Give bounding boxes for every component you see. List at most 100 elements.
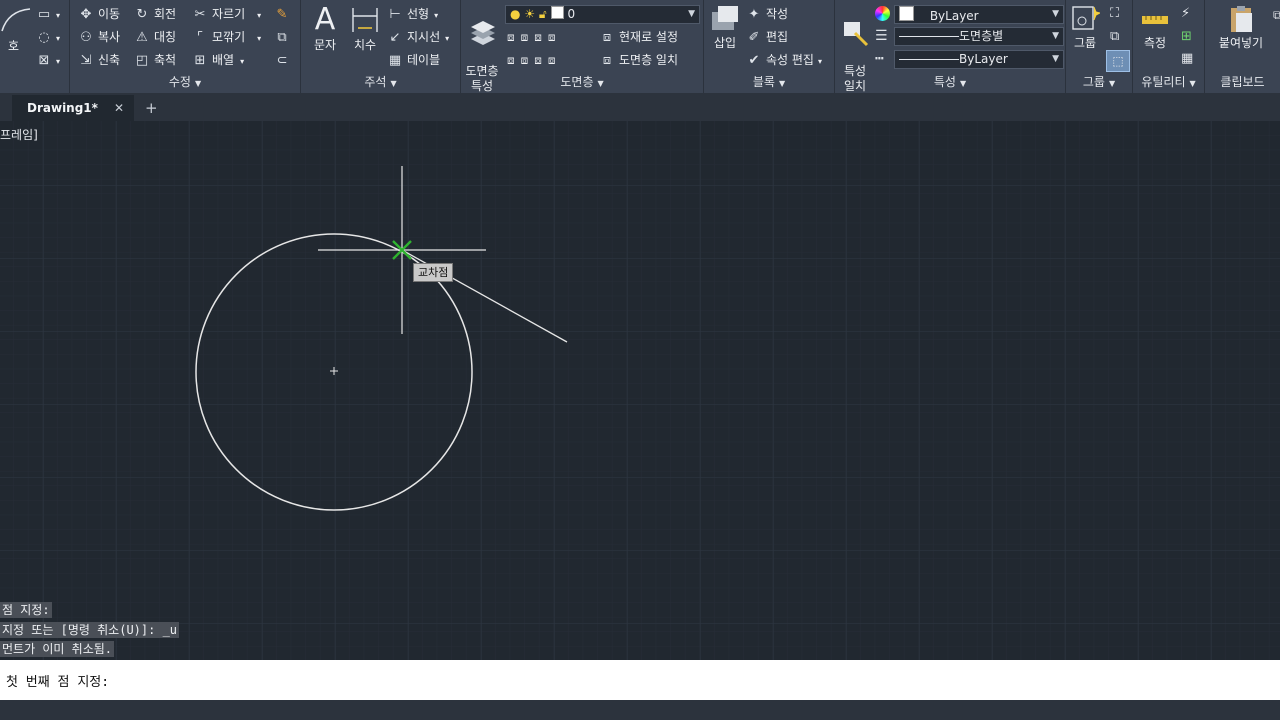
panel-clipboard-label[interactable]: 클립보드 bbox=[1205, 73, 1280, 91]
group-button[interactable]: 그룹 bbox=[1068, 4, 1102, 51]
chevron-down-icon: ▼ bbox=[1052, 54, 1059, 64]
linetype-icon[interactable]: ┅ bbox=[875, 51, 883, 67]
paste-button[interactable]: 붙여넣기 bbox=[1209, 4, 1273, 51]
insert-button[interactable]: 삽입 bbox=[707, 4, 743, 51]
rotate-button[interactable]: ↻ 회전 bbox=[134, 4, 177, 24]
new-tab-button[interactable]: + bbox=[145, 99, 158, 117]
scale-button[interactable]: ◰ 축척 bbox=[134, 50, 176, 70]
stretch-button[interactable]: ⇲ 신축 bbox=[78, 50, 121, 70]
array-icon: ⊞ bbox=[194, 53, 206, 68]
edit-attributes-icon: ✔ bbox=[748, 53, 760, 68]
arc-label: 호 bbox=[8, 39, 20, 53]
copy-clip-icon[interactable]: ⧉ bbox=[1273, 8, 1280, 23]
group-edit-icon[interactable]: ⧉ bbox=[1110, 29, 1119, 44]
fillet-label: 모깎기 bbox=[212, 30, 246, 44]
explode-button[interactable]: ⧉ bbox=[274, 27, 294, 47]
panel-annotation-label[interactable]: 주석 ▼ bbox=[301, 73, 460, 91]
groups-panel-title: 그룹 bbox=[1082, 75, 1105, 89]
insert-label: 삽입 bbox=[713, 36, 737, 50]
linear-button[interactable]: ⊢ 선형 ▾ bbox=[387, 4, 438, 24]
linetype-dropdown[interactable]: ByLayer ▼ bbox=[894, 50, 1064, 69]
lineweight-icon[interactable]: ☰ bbox=[875, 28, 888, 44]
move-button[interactable]: ✥ 이동 bbox=[78, 4, 121, 24]
offset-button[interactable]: ⊂ bbox=[274, 50, 294, 70]
calculator-icon[interactable]: ▦ bbox=[1181, 51, 1193, 66]
move-icon: ✥ bbox=[80, 7, 92, 22]
dimension-button[interactable]: 치수 bbox=[347, 4, 383, 53]
mirror-label: 대칭 bbox=[154, 30, 177, 44]
modify-panel-title: 수정 bbox=[168, 75, 191, 89]
edit-attributes-button[interactable]: ✔ 속성 편집 ▾ bbox=[746, 50, 822, 70]
command-input[interactable]: 첫 번째 점 지정: bbox=[0, 660, 1280, 700]
group-select-icon[interactable]: ⬚ bbox=[1106, 50, 1130, 72]
ungroup-icon[interactable]: ⛶ bbox=[1110, 6, 1119, 21]
line-sample bbox=[899, 36, 959, 37]
panel-layers-label[interactable]: 도면층 ▼ bbox=[461, 73, 703, 91]
create-block-icon: ✦ bbox=[748, 7, 760, 22]
trim-button[interactable]: ✂ 자르기 ▾ bbox=[192, 4, 262, 24]
osnap-tooltip: 교차점 bbox=[413, 263, 454, 282]
ellipse-button[interactable]: ◌ ▾ bbox=[36, 27, 60, 47]
make-current-button[interactable]: ⧈ 현재로 설정 bbox=[599, 27, 678, 47]
lineweight-value: 도면층별 bbox=[959, 29, 1004, 43]
sun-icon: ☀ bbox=[524, 7, 536, 21]
color-dropdown[interactable]: ByLayer ▼ bbox=[894, 5, 1064, 24]
select-all-icon[interactable]: ⊞ bbox=[1181, 29, 1192, 44]
mirror-icon: ⚠ bbox=[136, 30, 148, 45]
trim-icon: ✂ bbox=[194, 7, 206, 22]
line-sample bbox=[899, 59, 959, 60]
panel-block-label[interactable]: 블록 ▼ bbox=[704, 73, 834, 91]
panel-properties-label[interactable]: 특성 ▼ bbox=[835, 73, 1065, 91]
ellipse-icon: ◌ bbox=[38, 30, 50, 45]
quick-select-icon[interactable]: ⚡ bbox=[1181, 6, 1190, 21]
lineweight-dropdown[interactable]: 도면층별 ▼ bbox=[894, 27, 1064, 46]
close-icon[interactable]: ✕ bbox=[114, 95, 124, 121]
viewport-label[interactable]: 프레임] bbox=[0, 126, 38, 143]
layer-dropdown[interactable]: ● ☀ 🔓︎ 0 ▼ bbox=[505, 5, 700, 24]
drawing-canvas[interactable] bbox=[0, 121, 1280, 660]
rectangle-button[interactable]: ▭ ▾ bbox=[36, 4, 60, 24]
edit-attributes-label: 속성 편집 bbox=[766, 53, 814, 67]
panel-properties: 특성 일치 ☰ ┅ ByLayer ▼ 도면층별 ▼ ByLayer ▼ 특성 ▼ bbox=[835, 0, 1066, 93]
make-current-label: 현재로 설정 bbox=[619, 30, 679, 44]
leader-button[interactable]: ↙ 지시선 ▾ bbox=[387, 27, 450, 47]
edit-block-button[interactable]: ✐ 편집 bbox=[746, 27, 789, 47]
current-layer-value: 0 bbox=[567, 7, 576, 21]
arc-button[interactable]: 호 bbox=[8, 36, 19, 56]
panel-utilities-label[interactable]: 유틸리티 ▼ bbox=[1133, 73, 1204, 91]
copy-icon: ⚇ bbox=[80, 30, 92, 45]
table-button[interactable]: ▦ 테이블 bbox=[387, 50, 440, 70]
utilities-panel-title: 유틸리티 bbox=[1141, 75, 1186, 89]
table-icon: ▦ bbox=[388, 53, 402, 68]
pencil-button[interactable]: ✎ bbox=[274, 4, 294, 24]
match-layer-button[interactable]: ⧈ 도면층 일치 bbox=[599, 50, 678, 70]
layer-properties-icon bbox=[471, 21, 495, 45]
file-tab-bar: Drawing1* ✕ bbox=[0, 93, 1280, 121]
text-button[interactable]: A 문자 bbox=[309, 4, 341, 53]
mirror-button[interactable]: ⚠ 대칭 bbox=[134, 27, 176, 47]
hatch-icon: ⊠ bbox=[38, 53, 50, 68]
layer-tools-row2[interactable]: ⧈⧈⧈⧈ bbox=[507, 50, 562, 70]
linetype-value: ByLayer bbox=[959, 52, 1008, 66]
panel-utilities: 측정 ⚡ ⊞ ▦ 유틸리티 ▼ bbox=[1133, 0, 1205, 93]
panel-groups-label[interactable]: 그룹 ▼ bbox=[1066, 73, 1132, 91]
copy-button[interactable]: ⚇ 복사 bbox=[78, 27, 120, 47]
color-wheel-icon[interactable] bbox=[875, 6, 890, 21]
tab-drawing1[interactable]: Drawing1* ✕ bbox=[12, 95, 134, 121]
panel-modify-label[interactable]: 수정 ▼ bbox=[70, 73, 300, 91]
command-prompt: 첫 번째 점 지정: bbox=[6, 675, 110, 690]
offset-icon: ⊂ bbox=[276, 53, 288, 68]
layer-tools-row1[interactable]: ⧈⧈⧈⧈ bbox=[507, 27, 562, 47]
panel-draw: 호 ▭ ▾ ◌ ▾ ⊠ ▾ bbox=[0, 0, 70, 93]
hatch-button[interactable]: ⊠ ▾ bbox=[36, 50, 60, 70]
arc-icon[interactable] bbox=[0, 5, 34, 35]
fillet-button[interactable]: ⌜ 모깎기 ▾ bbox=[192, 27, 261, 47]
edit-block-icon: ✐ bbox=[748, 30, 760, 45]
table-label: 테이블 bbox=[407, 53, 441, 67]
layout-tab-bar bbox=[0, 700, 1280, 720]
measure-button[interactable]: 측정 bbox=[1135, 4, 1175, 51]
create-block-button[interactable]: ✦ 작성 bbox=[746, 4, 789, 24]
array-button[interactable]: ⊞ 배열 ▾ bbox=[192, 50, 245, 70]
create-block-label: 작성 bbox=[766, 7, 789, 21]
ribbon: 호 ▭ ▾ ◌ ▾ ⊠ ▾ ✥ 이동 ↻ 회전 ✂ 자르기 ▾ ✎ ⚇ 복사 ⚠ 대칭 ⌜ 모깎기 ▾… bbox=[0, 0, 1280, 93]
